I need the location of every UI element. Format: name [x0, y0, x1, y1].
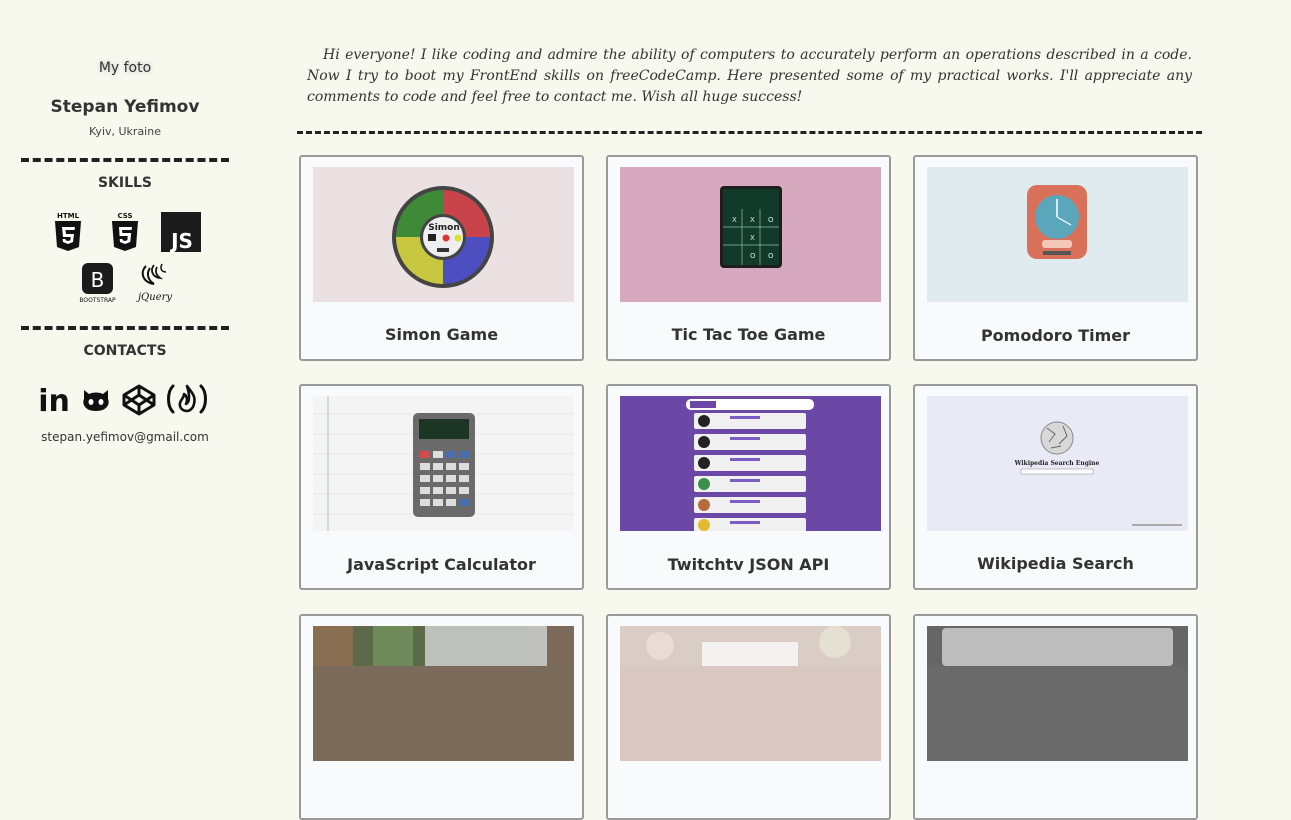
project-thumbnail: [620, 626, 881, 761]
project-card-tic-tac-toe[interactable]: X X O X O O Tic Tac Toe Game: [606, 155, 891, 361]
project-title: Pomodoro Timer: [980, 326, 1131, 345]
project-title: Wikipedia Search: [977, 554, 1134, 573]
svg-text:X: X: [732, 216, 737, 224]
project-thumbnail: [620, 396, 881, 531]
project-thumbnail: Simon: [313, 167, 574, 302]
project-thumbnail: [313, 626, 574, 761]
project-card-javascript-calculator[interactable]: JavaScript Calculator: [299, 384, 584, 590]
project-thumbnail: [927, 626, 1188, 761]
project-title: JavaScript Calculator: [347, 555, 536, 574]
svg-text:O: O: [768, 216, 774, 224]
main-divider: [297, 131, 1202, 134]
jquery-icon: jQuery: [132, 262, 178, 308]
sidebar-divider: [21, 158, 229, 162]
svg-text:X: X: [750, 216, 755, 224]
project-card[interactable]: [913, 614, 1198, 820]
javascript-icon: JS: [161, 212, 201, 256]
svg-text:HTML: HTML: [57, 212, 80, 220]
svg-text:JS: JS: [169, 229, 193, 252]
freecodecamp-icon[interactable]: [164, 382, 210, 420]
project-thumbnail: Wikipedia Search Engine: [927, 396, 1188, 531]
project-card-wikipedia-search[interactable]: Wikipedia Search Engine Wikipedia Search: [913, 384, 1198, 590]
project-title: Simon Game: [384, 325, 499, 344]
html5-icon: HTML: [52, 211, 84, 257]
project-thumbnail: [313, 396, 574, 531]
svg-text:O: O: [750, 252, 756, 260]
bootstrap-icon: B BOOTSTRAP: [79, 262, 117, 308]
css3-icon: CSS: [109, 211, 141, 257]
contacts-title: CONTACTS: [83, 343, 167, 359]
profile-name: Stepan Yefimov: [50, 97, 200, 117]
sidebar-divider: [21, 326, 229, 330]
project-thumbnail: [927, 167, 1188, 302]
profile-photo: My foto: [98, 60, 152, 76]
project-card-pomodoro-timer[interactable]: Pomodoro Timer: [913, 155, 1198, 361]
svg-text:BOOTSTRAP: BOOTSTRAP: [79, 297, 116, 304]
project-title: Tic Tac Toe Game: [671, 325, 826, 344]
project-thumbnail: X X O X O O: [620, 167, 881, 302]
svg-text:Wikipedia Search Engine: Wikipedia Search Engine: [1014, 460, 1100, 467]
svg-text:in: in: [40, 384, 70, 414]
project-card[interactable]: [606, 614, 891, 820]
svg-text:jQuery: jQuery: [136, 292, 172, 303]
svg-text:Simon: Simon: [428, 223, 460, 233]
codepen-icon[interactable]: [122, 384, 156, 420]
project-card-twitchtv-json-api[interactable]: Twitchtv JSON API: [606, 384, 891, 590]
svg-text:O: O: [768, 252, 774, 260]
intro-text: Hi everyone! I like coding and admire th…: [307, 47, 1192, 105]
profile-location: Kyiv, Ukraine: [89, 125, 161, 138]
project-title: Twitchtv JSON API: [667, 555, 830, 574]
project-card-simon-game[interactable]: Simon Simon Game: [299, 155, 584, 361]
svg-text:X: X: [750, 234, 755, 242]
svg-text:CSS: CSS: [117, 212, 132, 220]
project-card[interactable]: [299, 614, 584, 820]
linkedin-icon[interactable]: in: [38, 384, 70, 419]
github-icon[interactable]: [80, 384, 112, 418]
svg-text:B: B: [91, 268, 105, 292]
skills-title: SKILLS: [97, 175, 153, 191]
contact-email[interactable]: stepan.yefimov@gmail.com: [21, 430, 229, 444]
